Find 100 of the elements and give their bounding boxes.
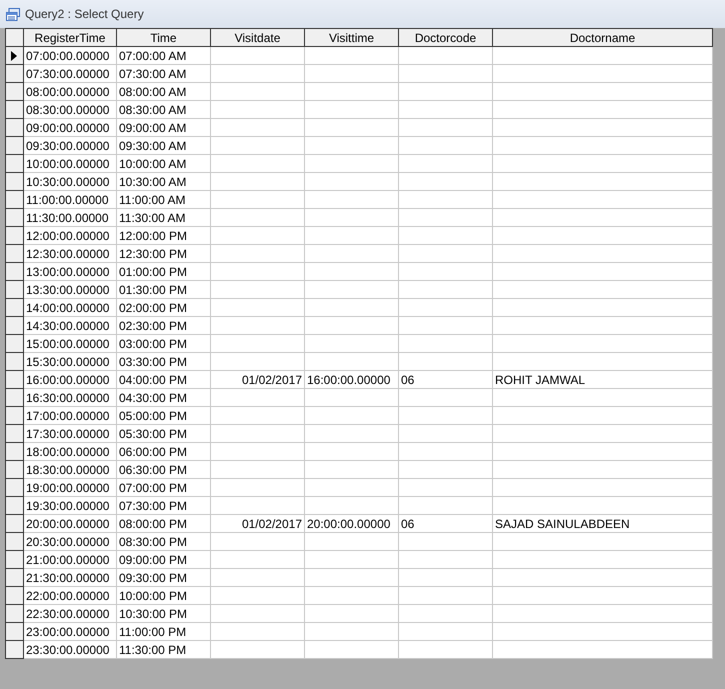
record-selector[interactable] [6, 424, 24, 442]
table-cell: 07:00:00 AM [119, 48, 186, 62]
table-cell: 09:30:00.00000 [26, 138, 110, 152]
record-selector[interactable] [6, 406, 24, 424]
column-header[interactable]: Visitdate [210, 28, 304, 46]
table-cell: 06 [401, 372, 414, 386]
column-header[interactable]: Doctorname [492, 28, 712, 46]
table-cell: 03:00:00 PM [119, 336, 188, 350]
column-header[interactable]: Time [116, 28, 210, 46]
record-selector[interactable] [6, 262, 24, 280]
table-cell: 11:00:00 AM [119, 192, 186, 206]
table-cell: 10:00:00.00000 [26, 156, 110, 170]
table-cell: 11:30:00.00000 [26, 210, 109, 224]
table-cell: 01/02/2017 [242, 372, 302, 386]
table-cell: 19:00:00.00000 [26, 480, 110, 494]
table-cell: 23:00:00.00000 [26, 624, 110, 638]
table-cell: 14:00:00.00000 [26, 300, 110, 314]
table-cell: 19:30:00.00000 [26, 498, 110, 512]
table-cell: 20:00:00.00000 [26, 516, 110, 530]
record-selector[interactable] [6, 388, 24, 406]
table-cell: 03:30:00 PM [119, 354, 188, 368]
record-selector[interactable] [6, 280, 24, 298]
table-cell: 01:30:00 PM [119, 282, 188, 296]
table-cell: 22:30:00.00000 [26, 606, 110, 620]
table-cell: 04:30:00 PM [119, 390, 188, 404]
table-cell: 09:30:00 PM [119, 570, 188, 584]
record-selector[interactable] [6, 514, 24, 532]
record-selector[interactable] [6, 622, 24, 640]
table-cell: 05:30:00 PM [119, 426, 188, 440]
table-cell: 04:00:00 PM [119, 372, 188, 386]
record-selector[interactable] [6, 298, 24, 316]
record-selector[interactable] [6, 568, 24, 586]
table-cell: 12:30:00 PM [119, 246, 188, 260]
table-cell: 16:30:00.00000 [26, 390, 110, 404]
column-header[interactable]: RegisterTime [24, 28, 116, 46]
record-selector[interactable] [6, 640, 24, 658]
table-cell: 11:30:00 AM [119, 210, 186, 224]
table-cell: SAJAD SAINULABDEEN [495, 516, 630, 530]
table-cell: 15:00:00.00000 [26, 336, 110, 350]
table-cell: 02:00:00 PM [119, 300, 188, 314]
table-cell: 17:30:00.00000 [26, 426, 110, 440]
table-cell: 07:30:00 PM [119, 498, 188, 512]
record-selector[interactable] [6, 604, 24, 622]
record-selector[interactable] [6, 532, 24, 550]
table-cell: 05:00:00 PM [119, 408, 188, 422]
record-selector[interactable] [6, 226, 24, 244]
record-selector[interactable] [6, 352, 24, 370]
table-cell: 09:00:00 AM [119, 120, 186, 134]
record-selector[interactable] [6, 136, 24, 154]
record-selector[interactable] [6, 496, 24, 514]
table-cell: 01/02/2017 [242, 516, 302, 530]
table-cell: 12:00:00 PM [119, 228, 188, 242]
table-cell: 02:30:00 PM [119, 318, 188, 332]
record-selector[interactable] [6, 460, 24, 478]
table-cell: 09:30:00 AM [119, 138, 186, 152]
table-cell: 16:00:00.00000 [307, 372, 390, 386]
record-selector[interactable] [6, 586, 24, 604]
window-title: Query2 : Select Query [25, 6, 144, 23]
corner-cell [6, 28, 24, 46]
record-selector[interactable] [6, 208, 24, 226]
table-cell: 06:30:00 PM [119, 462, 188, 476]
table-cell: 10:30:00 AM [119, 174, 186, 188]
record-selector[interactable] [6, 370, 24, 388]
table-cell: 12:30:00.00000 [26, 246, 110, 260]
record-selector[interactable] [6, 442, 24, 460]
record-selector[interactable] [6, 100, 24, 118]
table-cell: 21:00:00.00000 [26, 552, 110, 566]
record-selector[interactable] [6, 478, 24, 496]
table-cell: 10:00:00 PM [119, 588, 188, 602]
table-cell: 23:30:00.00000 [26, 642, 110, 656]
record-selector[interactable] [6, 316, 24, 334]
table-cell: 13:30:00.00000 [26, 282, 110, 296]
record-selector[interactable] [6, 46, 24, 64]
table-cell: 08:30:00.00000 [26, 102, 110, 116]
table-cell: 17:00:00.00000 [26, 408, 110, 422]
table-cell: 07:30:00 AM [119, 66, 186, 80]
table-cell: 16:00:00.00000 [26, 372, 110, 386]
column-header[interactable]: Visittime [304, 28, 398, 46]
column-header[interactable]: Doctorcode [398, 28, 492, 46]
table-cell: 01:00:00 PM [119, 264, 188, 278]
table-cell: 12:00:00.00000 [26, 228, 110, 242]
record-selector[interactable] [6, 244, 24, 262]
table-cell: 08:00:00 PM [119, 516, 188, 530]
table-cell: 09:00:00 PM [119, 552, 188, 566]
table-cell: 06:00:00 PM [119, 444, 188, 458]
table-cell: 11:30:00 PM [119, 642, 186, 656]
record-selector[interactable] [6, 82, 24, 100]
record-selector[interactable] [6, 190, 24, 208]
record-selector[interactable] [6, 64, 24, 82]
record-selector[interactable] [6, 334, 24, 352]
table-cell: 06 [401, 516, 414, 530]
table-cell: 14:30:00.00000 [26, 318, 110, 332]
record-selector[interactable] [6, 550, 24, 568]
table-cell: 18:00:00.00000 [26, 444, 110, 458]
table-cell: ROHIT JAMWAL [495, 372, 586, 386]
table-cell: 08:00:00.00000 [26, 84, 110, 98]
table-cell: 07:30:00.00000 [26, 66, 110, 80]
record-selector[interactable] [6, 172, 24, 190]
record-selector[interactable] [6, 118, 24, 136]
record-selector[interactable] [6, 154, 24, 172]
